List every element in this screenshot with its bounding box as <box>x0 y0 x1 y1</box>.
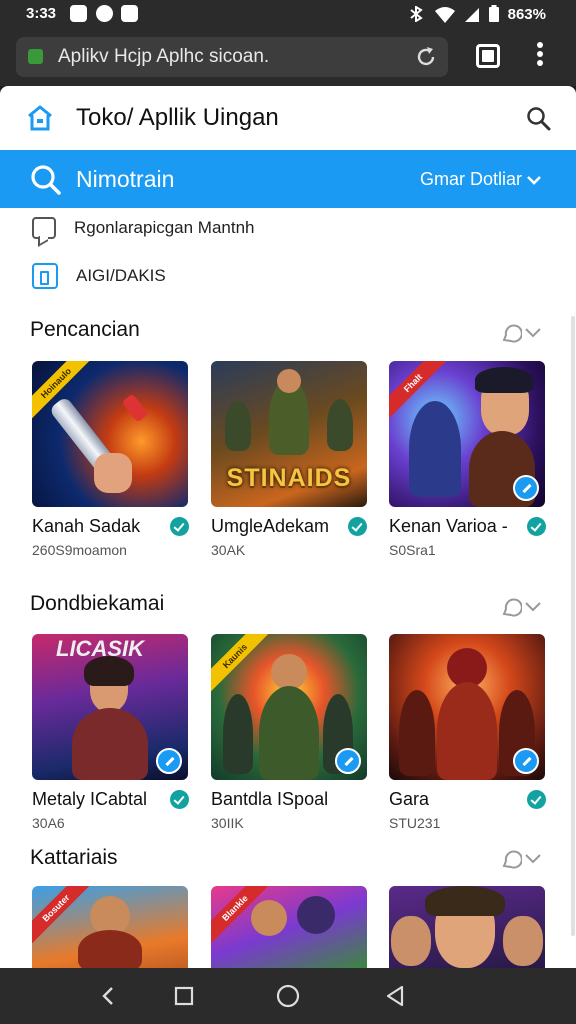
app-tile[interactable]: Bosuter <box>32 886 188 968</box>
app-name[interactable]: Gara <box>389 789 429 810</box>
notification-icon <box>121 5 138 22</box>
search-icon[interactable] <box>526 106 552 132</box>
app-name[interactable]: UmgleAdekam <box>211 516 329 537</box>
app-tile[interactable]: LICASIK <box>32 634 188 780</box>
secure-icon <box>28 49 43 64</box>
browser-toolbar: Aplikv Hcjp Aplhc sicoan. <box>0 28 576 86</box>
app-name[interactable]: Kanah Sadak <box>32 516 140 537</box>
chat-bubble-icon <box>502 324 522 343</box>
tabs-button[interactable] <box>476 44 500 68</box>
promo-ribbon: Kaunis <box>211 634 271 692</box>
quick-link-label: Rgonlarapicgan Mantnh <box>74 218 255 237</box>
wifi-icon <box>434 6 455 23</box>
verified-badge-icon <box>348 517 367 536</box>
back-triangle-icon[interactable] <box>384 984 406 1008</box>
app-name[interactable]: Kenan Varioa - <box>389 516 508 537</box>
page-title: Toko/ Apllik Uingan <box>76 104 279 131</box>
section-expand-control[interactable] <box>500 848 542 870</box>
app-tile[interactable]: Kaunis <box>211 634 367 780</box>
quick-link-messages[interactable]: Rgonlarapicgan Mantnh <box>32 214 255 242</box>
web-page: Toko/ Apllik Uingan Nimotrain Gmar Dotli… <box>0 86 576 968</box>
bluetooth-icon <box>410 6 423 22</box>
section-title: Pencancian <box>30 318 140 341</box>
battery-percent: 863% <box>507 5 546 23</box>
filter-dropdown[interactable]: Gmar Dotliar <box>420 169 542 190</box>
app-tile[interactable]: Hoinaulo <box>32 361 188 507</box>
signal-icon <box>464 7 479 22</box>
artwork <box>271 654 307 690</box>
back-chevron-icon[interactable] <box>100 986 116 1006</box>
chevron-down-icon <box>525 602 541 612</box>
app-meta: S0Sra1 <box>389 542 436 558</box>
app-meta: 260S9moamon <box>32 542 127 558</box>
system-nav-bar <box>0 968 576 1024</box>
chat-bubble-icon <box>502 850 522 869</box>
app-meta: 30AK <box>211 542 246 558</box>
app-name[interactable]: Metaly ICabtal <box>32 789 147 810</box>
battery-icon <box>488 5 499 22</box>
clock: 3:33 <box>26 5 57 22</box>
chevron-down-icon <box>527 175 541 185</box>
notification-icon <box>70 5 87 22</box>
verified-badge-icon <box>170 790 189 809</box>
app-meta: STU231 <box>389 815 441 831</box>
search-icon <box>31 165 61 195</box>
menu-icon[interactable] <box>534 42 546 72</box>
app-name[interactable]: Bantdla ISpoal <box>211 789 328 810</box>
section-expand-control[interactable] <box>500 322 542 344</box>
verified-badge-icon <box>527 517 546 536</box>
section-title: Dondbiekamai <box>30 592 165 615</box>
verified-badge-icon <box>170 517 189 536</box>
url-text: Aplikv Hcjp Aplhc sicoan. <box>58 46 270 67</box>
app-meta: 30IIK <box>211 815 244 831</box>
status-bar: 3:33 863% <box>0 0 576 28</box>
verified-icon <box>156 748 182 774</box>
chat-icon <box>32 217 56 239</box>
chat-bubble-icon <box>502 598 522 617</box>
verified-icon <box>513 748 539 774</box>
home-circle-icon[interactable] <box>276 984 300 1008</box>
artwork <box>251 900 287 936</box>
section-title: Kattariais <box>30 846 118 869</box>
app-tile[interactable]: Fhalt <box>389 361 545 507</box>
tile-title: STINAIDS <box>226 464 352 492</box>
tile-title: LICASIK <box>56 636 144 661</box>
verified-icon <box>335 748 361 774</box>
app-meta: 30A6 <box>32 815 65 831</box>
app-header: Toko/ Apllik Uingan <box>0 86 576 150</box>
recents-icon[interactable] <box>174 986 194 1006</box>
app-tile[interactable]: Blankle <box>211 886 367 968</box>
search-query[interactable]: Nimotrain <box>76 166 174 193</box>
scrollbar[interactable] <box>571 316 575 936</box>
app-tile[interactable] <box>389 886 545 968</box>
quick-link-label: AIGI/DAKIS <box>76 266 166 285</box>
verified-badge-icon <box>527 790 546 809</box>
section-expand-control[interactable] <box>500 596 542 618</box>
status-indicators: 863% <box>408 5 546 23</box>
chevron-down-icon <box>525 328 541 338</box>
quick-link-apps[interactable]: AIGI/DAKIS <box>32 262 166 290</box>
app-tile[interactable]: STINAIDS <box>211 361 367 507</box>
filter-label: Gmar Dotliar <box>419 169 522 189</box>
address-bar[interactable]: Aplikv Hcjp Aplhc sicoan. <box>16 37 448 77</box>
search-bar[interactable]: Nimotrain Gmar Dotliar <box>0 150 576 208</box>
verified-icon <box>513 475 539 501</box>
promo-ribbon: Bosuter <box>32 886 92 944</box>
chevron-down-icon <box>525 854 541 864</box>
app-box-icon <box>32 263 58 289</box>
notification-icon <box>96 5 113 22</box>
home-icon[interactable] <box>26 104 54 132</box>
reload-icon[interactable] <box>414 45 438 69</box>
app-tile[interactable] <box>389 634 545 780</box>
